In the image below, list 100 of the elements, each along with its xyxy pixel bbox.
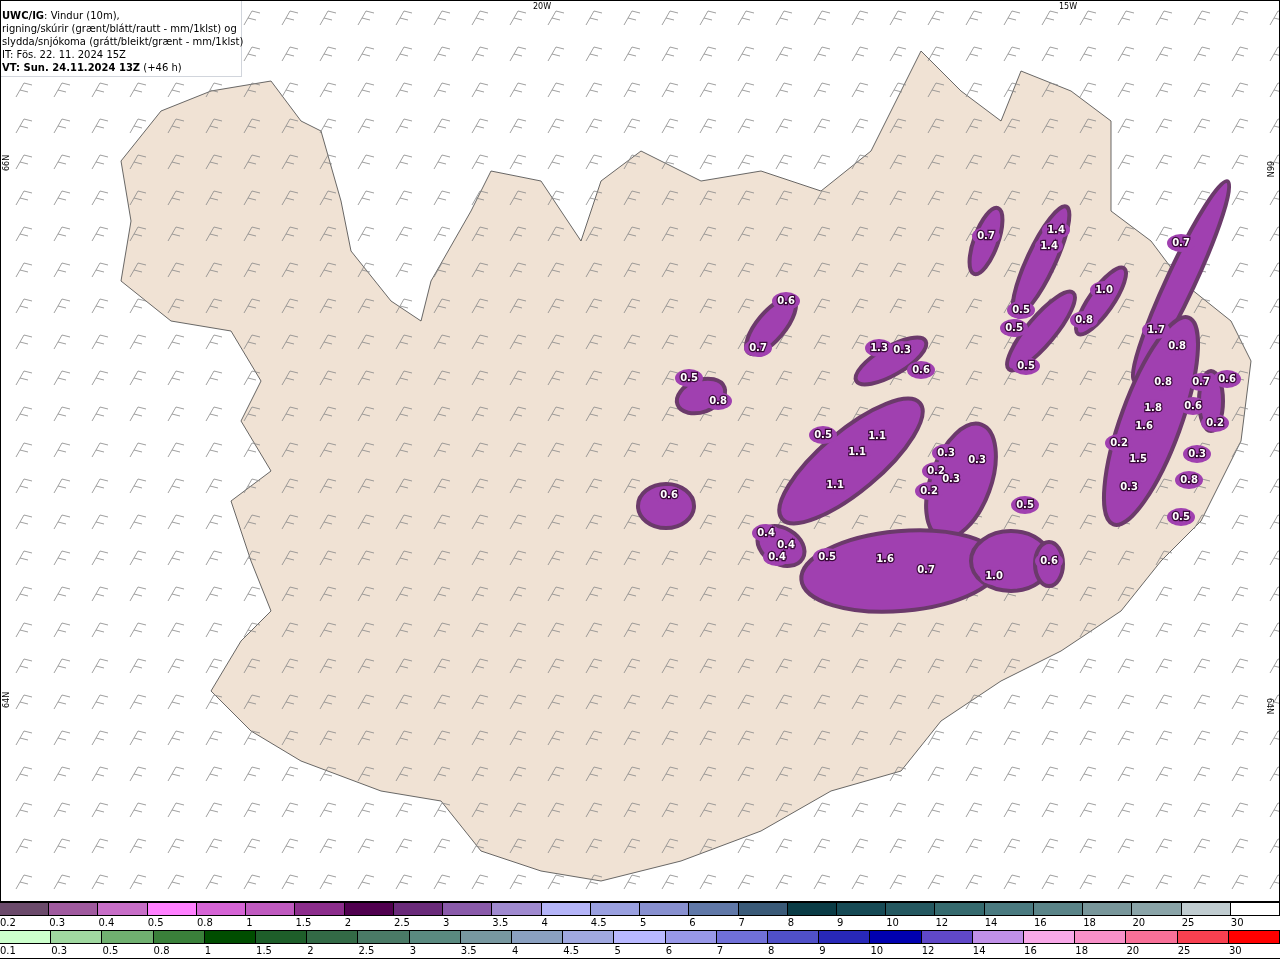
legend-label: 16: [1033, 916, 1047, 930]
precip-value: 0.7: [1192, 376, 1210, 387]
precip-value: 0.5: [1172, 511, 1190, 522]
longitude-label: 15W: [1059, 2, 1078, 11]
precip-value: 0.5: [1005, 322, 1023, 333]
precip-value: 0.3: [942, 473, 960, 484]
precip-value: 0.3: [893, 344, 911, 355]
precip-value: 0.7: [749, 342, 767, 353]
info-text: VT: Sun. 24.11.2024 13Z (+46 h): [2, 61, 183, 74]
precip-value: 0.6: [660, 489, 678, 500]
precip-value: 1.4: [1047, 224, 1065, 235]
info-text: rigning/skúrir (grænt/blátt/rautt - mm/1klst) og: [2, 22, 238, 35]
legend-label: 16: [1024, 944, 1037, 958]
legend-label: 6: [665, 944, 672, 958]
precip-value: 0.6: [912, 364, 930, 375]
precip-value: 0.2: [920, 485, 938, 496]
precip-value: 0.5: [818, 551, 836, 562]
legend-label: 2.5: [358, 944, 375, 958]
legend-label: 7: [716, 944, 724, 958]
precip-value: 1.6: [1135, 420, 1153, 431]
legend-label: 2: [344, 916, 351, 930]
precip-value: 0.5: [680, 372, 698, 383]
legend-label: 0.5: [102, 944, 119, 958]
legend-label: 5: [614, 944, 621, 958]
legend-label: 2.5: [393, 916, 410, 930]
precip-value: 0.5: [1012, 304, 1030, 315]
precip-value: 0.6: [1040, 555, 1058, 566]
latitude-label: 64N: [1265, 698, 1274, 715]
precip-value: 1.1: [868, 430, 886, 441]
precip-value: 0.7: [1172, 237, 1190, 248]
precip-value: 1.8: [1144, 402, 1162, 413]
legend-label: 0.5: [147, 916, 164, 930]
legend-label: 0.4: [98, 916, 115, 930]
legend-label: 9: [837, 916, 844, 930]
legend-label: 10: [886, 916, 899, 930]
legend-label: 0.3: [49, 916, 66, 930]
legend-label: 8: [787, 916, 795, 930]
latitude-label: 64N: [2, 691, 11, 708]
legend-label: 0.2: [0, 916, 16, 930]
precip-value: 1.0: [985, 570, 1003, 581]
legend-label: 25: [1181, 916, 1195, 930]
legend-label: 1: [204, 944, 212, 958]
precip-value: 0.6: [777, 295, 795, 306]
legend-label: 6: [689, 916, 696, 930]
info-text: IT: Fös. 22. 11. 2024 15Z: [2, 48, 127, 61]
precip-value: 0.5: [1016, 499, 1034, 510]
precip-value: 1.7: [1147, 324, 1165, 335]
legend-label: 0.8: [153, 944, 170, 958]
precip-value: 0.8: [1075, 314, 1093, 325]
precip-value: 0.3: [937, 447, 955, 458]
legend-label: 7: [738, 916, 745, 930]
legend-label: 3.5: [492, 916, 509, 930]
latitude-label: 66N: [2, 154, 11, 171]
precip-value: 0.6: [1184, 400, 1202, 411]
precip-value: 1.1: [848, 446, 866, 457]
legend-label: 9: [819, 944, 826, 958]
legend-label: 1: [246, 916, 253, 930]
legend-label: 14: [984, 916, 998, 930]
legend-label: 2: [307, 944, 314, 958]
legend-label: 20: [1132, 916, 1146, 930]
legend-label: 4.5: [563, 944, 580, 958]
precip-value: 0.4: [777, 539, 795, 550]
legend-label: 3.5: [460, 944, 477, 958]
precip-value: 1.4: [1040, 240, 1058, 251]
legend-label: 20: [1126, 944, 1140, 958]
legend-label: 0.1: [0, 944, 16, 958]
legend-label: 5: [640, 916, 647, 930]
precip-value: 0.3: [1120, 481, 1138, 492]
latitude-label: 66N: [1265, 161, 1274, 178]
legend-label: 3: [409, 944, 416, 958]
precip-value: 0.8: [709, 395, 727, 406]
legend-label: 8: [768, 944, 775, 958]
precip-value: 0.5: [1017, 360, 1035, 371]
legend-label: 4: [541, 916, 548, 930]
precip-value: 0.2: [1110, 437, 1128, 448]
precip-value: 0.6: [1218, 373, 1236, 384]
precip-value: 0.8: [1154, 376, 1172, 387]
precip-value: 0.4: [757, 527, 775, 538]
legend-label: 30: [1230, 916, 1244, 930]
precip-value: 0.2: [1206, 417, 1224, 428]
precip-value: 0.3: [968, 454, 986, 465]
legend-label: 4: [512, 944, 519, 958]
precip-value: 1.1: [826, 479, 844, 490]
precip-value: 1.6: [876, 553, 894, 564]
legend-label: 1.5: [256, 944, 272, 958]
legend-label: 12: [921, 944, 935, 958]
legend-label: 3: [443, 916, 450, 930]
legend-label: 10: [870, 944, 884, 958]
legend-label: 4.5: [590, 916, 607, 930]
legend-label: 1.5: [295, 916, 312, 930]
longitude-label: 20W: [533, 2, 552, 11]
precip-value: 0.7: [977, 230, 995, 241]
legend-label: 30: [1228, 944, 1242, 958]
precip-value: 0.3: [1188, 448, 1206, 459]
legend-label: 14: [972, 944, 986, 958]
precip-value: 0.8: [1168, 340, 1186, 351]
legend-label: 18: [1075, 944, 1088, 958]
precip-value: 1.3: [870, 342, 888, 353]
precip-value: 1.5: [1129, 453, 1147, 464]
legend-label: 18: [1083, 916, 1096, 930]
